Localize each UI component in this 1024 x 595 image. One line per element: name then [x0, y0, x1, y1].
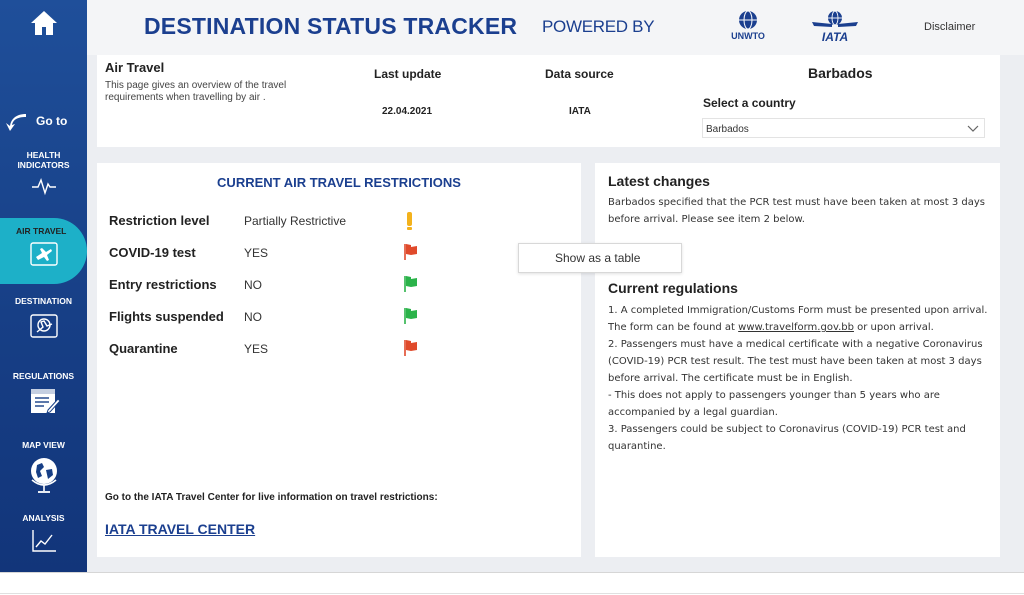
- green-flag-icon: [404, 308, 417, 324]
- country-heading: Barbados: [808, 65, 873, 81]
- regulation-item-2: 2. Passengers must have a medical certif…: [608, 339, 983, 384]
- restrictions-panel: CURRENT AIR TRAVEL RESTRICTIONS Restrict…: [97, 163, 581, 557]
- home-icon: [30, 11, 57, 35]
- current-regulations-heading: Current regulations: [608, 280, 738, 296]
- regulations-icon: [30, 389, 61, 414]
- restriction-row: Entry restrictions NO: [109, 275, 569, 295]
- sidebar-item-label: MAP VIEW: [22, 440, 65, 450]
- sidebar-item-label: REGULATIONS: [12, 371, 75, 381]
- travel-center-prompt: Go to the IATA Travel Center for live in…: [105, 492, 438, 503]
- restriction-value: NO: [244, 310, 262, 324]
- country-dropdown-value: Barbados: [706, 124, 749, 135]
- sidebar-item-label: DESTINATION: [15, 296, 72, 306]
- restriction-value: YES: [244, 342, 269, 356]
- restriction-name: COVID-19 test: [109, 245, 196, 260]
- home-button[interactable]: [0, 8, 87, 43]
- regulation-item-1: 1. A completed Immigration/Customs Form …: [608, 305, 988, 333]
- regulation-item-2-note: - This does not apply to passengers youn…: [608, 390, 940, 418]
- destination-icon: [29, 314, 58, 338]
- restriction-name: Flights suspended: [109, 309, 224, 324]
- iata-logo[interactable]: IATA: [810, 8, 860, 44]
- heartbeat-icon: [31, 177, 56, 196]
- air-travel-icon: [29, 242, 58, 266]
- sidebar-item-map-view[interactable]: MAP VIEW: [0, 440, 87, 501]
- sidebar-item-destination[interactable]: DESTINATION: [0, 296, 87, 347]
- select-country-label: Select a country: [703, 96, 796, 110]
- red-flag-icon: [404, 244, 417, 260]
- latest-changes-text: Barbados specified that the PCR test mus…: [608, 197, 985, 225]
- sidebar: Go to HEALTH INDICATORS AIR TRAVEL DESTI…: [0, 0, 87, 572]
- iata-travel-center-link[interactable]: IATA TRAVEL CENTER: [105, 521, 255, 537]
- show-as-table-menu-item[interactable]: Show as a table: [518, 243, 682, 273]
- goto-label: Go to: [36, 114, 68, 128]
- section-title: Air Travel: [105, 60, 165, 75]
- page-title: DESTINATION STATUS TRACKER: [144, 13, 518, 39]
- data-source-label: Data source: [545, 67, 614, 81]
- restriction-value: YES: [244, 246, 269, 260]
- changes-panel: Latest changes Barbados specified that t…: [595, 163, 1000, 557]
- sidebar-item-label: AIR TRAVEL: [16, 226, 67, 236]
- globe-icon: [30, 458, 57, 493]
- sidebar-item-label: ANALYSIS: [22, 513, 65, 523]
- disclaimer-link[interactable]: Disclaimer: [924, 21, 975, 33]
- green-flag-icon: [404, 276, 417, 292]
- unwto-logo[interactable]: UNWTO: [730, 8, 766, 44]
- restriction-value: NO: [244, 278, 262, 292]
- red-flag-icon: [404, 340, 417, 356]
- chevron-down-icon: [967, 125, 979, 132]
- powered-by-label: POWERED BY: [542, 17, 655, 36]
- restriction-row: Restriction level Partially Restrictive: [109, 211, 569, 231]
- section-description: This page gives an overview of the trave…: [105, 80, 287, 103]
- country-dropdown[interactable]: Barbados: [702, 118, 985, 138]
- back-arrow-icon: [6, 114, 26, 131]
- restriction-name: Quarantine: [109, 341, 178, 356]
- header: DESTINATION STATUS TRACKER POWERED BY UN…: [87, 0, 1024, 55]
- goto-button[interactable]: Go to: [4, 108, 84, 134]
- sidebar-item-health-indicators[interactable]: HEALTH INDICATORS: [0, 150, 87, 201]
- restrictions-title: CURRENT AIR TRAVEL RESTRICTIONS: [217, 175, 461, 190]
- restriction-row: Flights suspended NO: [109, 307, 569, 327]
- restriction-value: Partially Restrictive: [244, 214, 347, 228]
- restriction-name: Restriction level: [109, 213, 210, 228]
- divider: [0, 593, 1024, 594]
- info-panel: Air Travel This page gives an overview o…: [97, 55, 1000, 147]
- current-regulations-text: 1. A completed Immigration/Customs Form …: [608, 302, 992, 455]
- bottom-bar: [0, 572, 1024, 595]
- travel-form-link[interactable]: www.travelform.gov.bb: [738, 322, 854, 333]
- restriction-name: Entry restrictions: [109, 277, 217, 292]
- sidebar-item-label: HEALTH INDICATORS: [17, 150, 70, 170]
- last-update-label: Last update: [374, 67, 442, 81]
- sidebar-item-analysis[interactable]: ANALYSIS: [0, 513, 87, 560]
- last-update-value: 22.04.2021: [382, 106, 433, 117]
- latest-changes-heading: Latest changes: [608, 173, 710, 189]
- restriction-row: COVID-19 test YES: [109, 243, 569, 263]
- unwto-logo-text: UNWTO: [731, 31, 765, 41]
- sidebar-item-regulations[interactable]: REGULATIONS: [0, 371, 87, 422]
- iata-logo-text: IATA: [822, 30, 848, 44]
- chart-icon: [31, 530, 56, 552]
- data-source-value: IATA: [569, 106, 591, 117]
- restriction-row: Quarantine YES: [109, 339, 569, 359]
- warning-indicator-icon: [407, 212, 412, 230]
- regulation-item-3: 3. Passengers could be subject to Corona…: [608, 424, 966, 452]
- sidebar-item-air-travel[interactable]: AIR TRAVEL: [0, 218, 87, 284]
